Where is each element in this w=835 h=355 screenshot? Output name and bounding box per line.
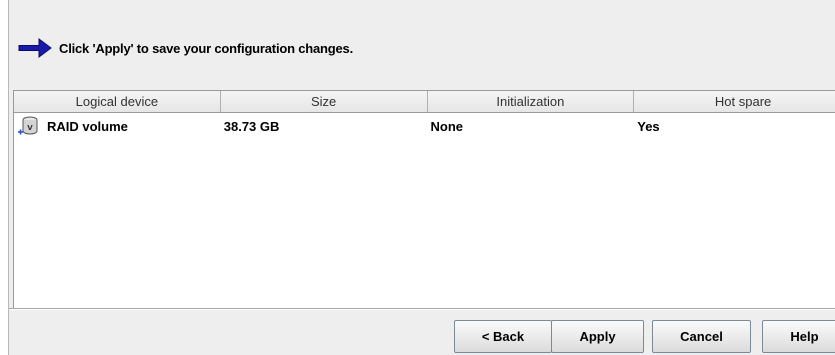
device-name: RAID volume xyxy=(47,118,128,134)
cancel-button[interactable]: Cancel xyxy=(652,320,751,353)
disk-volume-icon: V xyxy=(18,116,38,135)
table-row[interactable]: V RAID volume 38.73 GB None Yes xyxy=(14,113,835,139)
info-message: Click 'Apply' to save your configuration… xyxy=(9,34,353,62)
svg-text:V: V xyxy=(27,124,33,132)
column-header-size[interactable]: Size xyxy=(220,91,428,112)
table-header: Logical device Size Initialization Hot s… xyxy=(14,91,835,113)
arrow-right-icon xyxy=(18,38,52,58)
cell-logical-device: V RAID volume xyxy=(14,115,221,137)
column-header-logical-device[interactable]: Logical device xyxy=(14,91,221,112)
cell-initialization: None xyxy=(430,118,464,134)
back-button[interactable]: < Back xyxy=(454,320,552,353)
cell-hot-spare: Yes xyxy=(637,118,660,134)
help-button[interactable]: Help xyxy=(762,320,835,353)
wizard-dialog: Click 'Apply' to save your configuration… xyxy=(8,0,835,355)
column-header-initialization[interactable]: Initialization xyxy=(427,91,635,112)
apply-button[interactable]: Apply xyxy=(551,320,644,353)
cell-size: 38.73 GB xyxy=(223,118,280,134)
logical-device-table[interactable]: Logical device Size Initialization Hot s… xyxy=(13,90,835,308)
column-header-hot-spare[interactable]: Hot spare xyxy=(634,91,835,112)
footer-separator xyxy=(9,308,835,310)
message-text: Click 'Apply' to save your configuration… xyxy=(59,40,353,56)
